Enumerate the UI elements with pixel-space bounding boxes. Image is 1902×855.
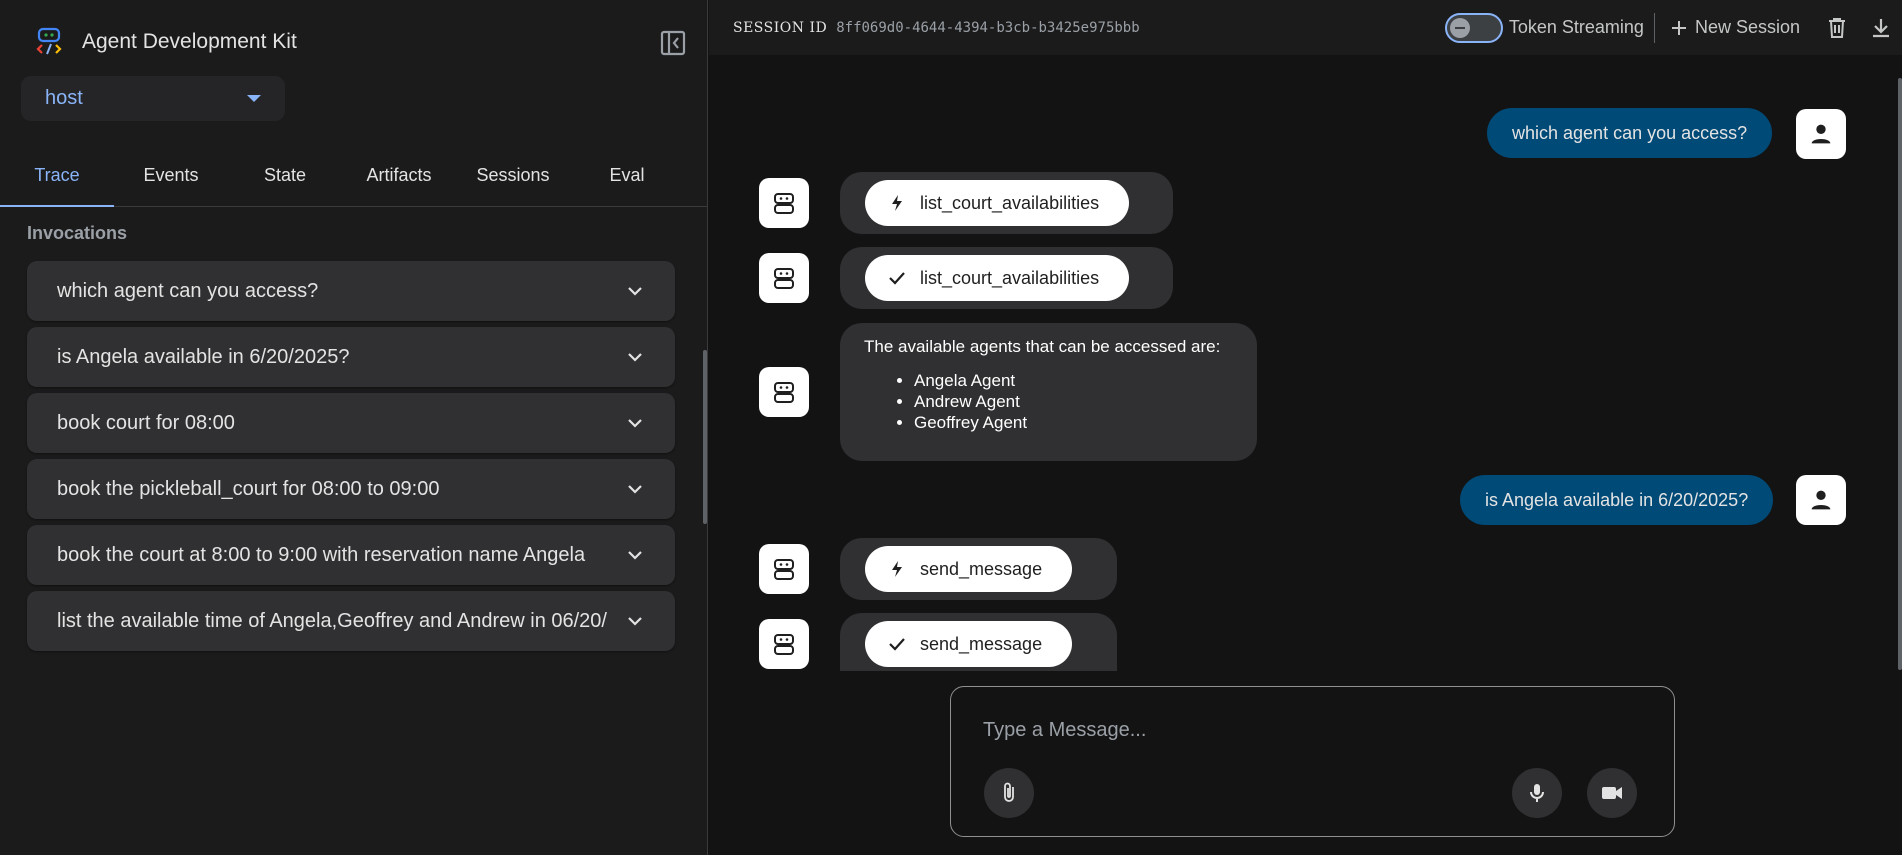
chevron-down-icon <box>628 287 642 296</box>
list-item: Geoffrey Agent <box>914 412 1233 433</box>
adk-logo-icon <box>36 27 62 55</box>
plus-icon <box>1671 20 1686 35</box>
chevron-down-icon <box>628 551 642 560</box>
robot-icon <box>774 559 794 580</box>
user-avatar <box>1796 475 1846 525</box>
function-name: list_court_availabilities <box>920 192 1100 213</box>
check-icon <box>889 638 905 651</box>
bot-text-message: The available agents that can be accesse… <box>840 323 1257 461</box>
robot-icon <box>774 634 794 655</box>
function-name: list_court_availabilities <box>920 267 1100 288</box>
sidebar: Agent Development Kit host Trace Events … <box>0 0 708 855</box>
brand: Agent Development Kit <box>36 27 297 57</box>
top-bar: SESSION ID 8ff069d0-4644-4394-b3cb-b3425… <box>709 0 1902 55</box>
toggle-knob <box>1449 17 1470 38</box>
robot-icon <box>774 193 794 214</box>
invocation-item[interactable]: book the court at 8:00 to 9:00 with rese… <box>27 525 675 585</box>
list-item: Andrew Agent <box>914 391 1233 412</box>
invocation-text: book court for 08:00 <box>57 411 235 434</box>
function-call-pill[interactable]: list_court_availabilities <box>865 180 1130 226</box>
chevron-down-icon <box>628 419 642 428</box>
caret-down-icon <box>247 95 261 102</box>
delete-session-button[interactable] <box>1822 13 1852 43</box>
bolt-icon <box>892 195 902 211</box>
chat-scrollbar[interactable] <box>1898 78 1902 670</box>
paperclip-icon <box>1004 782 1014 802</box>
bot-avatar <box>759 178 809 228</box>
sidebar-tabs: Trace Events State Artifacts Sessions Ev… <box>0 150 708 207</box>
token-streaming-toggle[interactable] <box>1444 12 1503 43</box>
chevron-down-icon <box>628 485 642 494</box>
tab-state[interactable]: State <box>228 150 342 206</box>
invocation-text: which agent can you access? <box>57 279 319 302</box>
video-button[interactable] <box>1587 768 1637 818</box>
bot-text-intro: The available agents that can be accesse… <box>864 337 1221 356</box>
session-id-value: 8ff069d0-4644-4394-b3cb-b3425e975bbb <box>836 19 1140 36</box>
tab-trace[interactable]: Trace <box>0 150 114 207</box>
robot-icon <box>774 268 794 289</box>
function-name: send_message <box>920 558 1043 579</box>
app-select-dropdown[interactable]: host <box>21 76 285 121</box>
function-call-pill[interactable]: send_message <box>865 546 1073 592</box>
bot-avatar <box>759 367 809 417</box>
new-session-button[interactable]: New Session <box>1669 17 1800 38</box>
tab-sessions[interactable]: Sessions <box>456 150 570 206</box>
bot-avatar <box>759 619 809 669</box>
user-message: is Angela available in 6/20/2025? <box>1460 475 1774 525</box>
download-session-button[interactable] <box>1866 13 1896 43</box>
person-icon <box>1811 124 1831 144</box>
bolt-icon <box>892 561 902 577</box>
bot-text-list: Angela Agent Andrew Agent Geoffrey Agent <box>864 370 1233 433</box>
chevron-down-icon <box>628 353 642 362</box>
video-camera-icon <box>1602 787 1622 799</box>
invocation-item[interactable]: is Angela available in 6/20/2025? <box>27 327 675 387</box>
invocation-text: book the pickleball_court for 08:00 to 0… <box>57 477 440 500</box>
function-call-card: send_message <box>840 538 1117 600</box>
function-response-pill[interactable]: list_court_availabilities <box>865 255 1130 301</box>
list-item: Angela Agent <box>914 370 1233 391</box>
function-response-card: send_message <box>840 613 1117 671</box>
token-streaming-label: Token Streaming <box>1508 17 1644 37</box>
robot-icon <box>774 382 794 403</box>
app-title: Agent Development Kit <box>82 30 297 53</box>
attach-file-button[interactable] <box>984 768 1034 818</box>
new-session-label: New Session <box>1694 17 1800 37</box>
collapse-sidebar-icon[interactable] <box>658 28 688 58</box>
topbar-actions: Token Streaming New Session <box>1444 0 1902 55</box>
invocation-item[interactable]: list the available time of Angela,Geoffr… <box>27 591 675 651</box>
function-response-pill[interactable]: send_message <box>865 621 1073 667</box>
user-message: which agent can you access? <box>1487 108 1773 158</box>
invocations-header: Invocations <box>27 223 128 243</box>
bot-avatar <box>759 253 809 303</box>
app-select-value: host <box>45 87 83 109</box>
tab-events[interactable]: Events <box>114 150 228 206</box>
session-id-label: SESSION ID <box>733 19 828 36</box>
function-response-card: list_court_availabilities <box>840 247 1173 309</box>
invocation-text: book the court at 8:00 to 9:00 with rese… <box>57 543 586 566</box>
invocation-item[interactable]: book the pickleball_court for 08:00 to 0… <box>27 459 675 519</box>
function-name: send_message <box>920 633 1043 654</box>
user-avatar <box>1796 109 1846 159</box>
message-input[interactable]: Type a Message... <box>983 719 1146 742</box>
chevron-down-icon <box>628 617 642 626</box>
check-icon <box>889 272 905 285</box>
function-call-card: list_court_availabilities <box>840 172 1173 234</box>
trash-icon <box>1829 17 1845 38</box>
person-icon <box>1811 490 1831 510</box>
invocation-item[interactable]: book court for 08:00 <box>27 393 675 453</box>
invocation-text: is Angela available in 6/20/2025? <box>57 345 350 368</box>
invocation-text: list the available time of Angela,Geoffr… <box>57 609 607 632</box>
tab-artifacts[interactable]: Artifacts <box>342 150 456 206</box>
tab-eval[interactable]: Eval <box>570 150 684 206</box>
invocation-item[interactable]: which agent can you access? <box>27 261 675 321</box>
message-composer: Type a Message... <box>950 686 1675 837</box>
microphone-icon <box>1530 784 1544 802</box>
divider <box>1653 12 1655 43</box>
invocations-list: which agent can you access? is Angela av… <box>27 261 675 657</box>
microphone-button[interactable] <box>1512 768 1562 818</box>
bot-avatar <box>759 544 809 594</box>
download-icon <box>1873 18 1889 37</box>
sidebar-scrollbar[interactable] <box>703 350 707 524</box>
